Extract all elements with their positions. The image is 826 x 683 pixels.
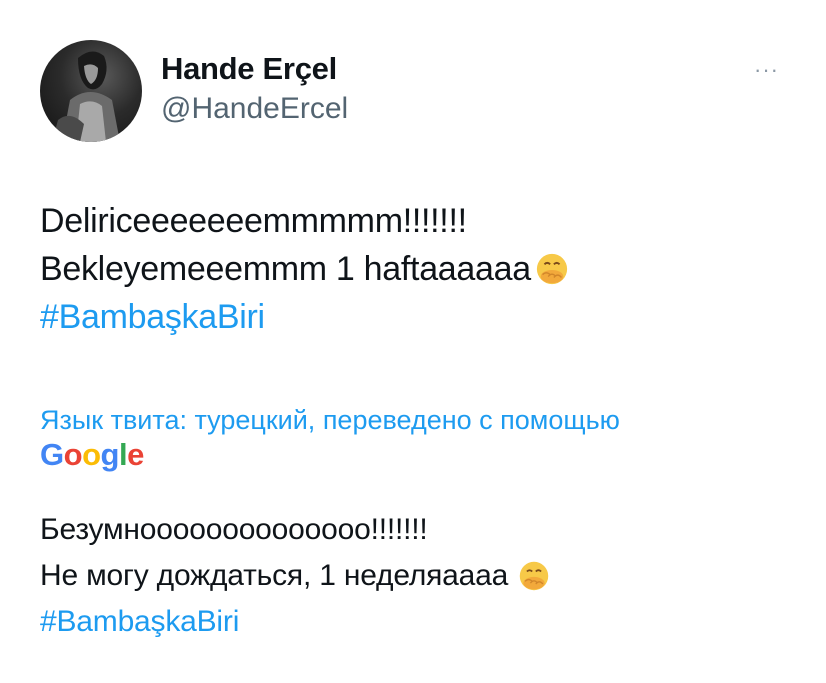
translation-note: Язык твита: турецкий, переведено с помощ… (40, 405, 620, 435)
translated-hashtag-link[interactable]: #BambaşkaBiri (40, 599, 239, 645)
tweet-line-2-text: Bekleyemeeemmm 1 haftaaaaaa (40, 250, 531, 288)
avatar[interactable] (40, 40, 142, 142)
author-names: Hande Erçel @HandeErcel (161, 49, 348, 127)
translated-hashtag-line: #BambaşkaBiri (40, 599, 550, 645)
avatar-photo (52, 51, 120, 142)
tweet-text: Deliriceeeeeeemmmmm!!!!!!! Bekleyemeeemm… (40, 197, 569, 341)
translated-line-1: Безумноооооооооооооо!!!!!!! (40, 507, 550, 553)
tweet-line-1: Deliriceeeeeeemmmmm!!!!!!! (40, 197, 569, 245)
tweet-line-1-text: Deliriceeeeeeemmmmm!!!!!!! (40, 202, 467, 240)
tweet-line-2: Bekleyemeeemmm 1 haftaaaaaa (40, 245, 569, 293)
translated-line-2: Не могу дождаться, 1 неделяаааа (40, 553, 550, 599)
tweet-card: Hande Erçel @HandeErcel ··· Deliriceeeee… (0, 0, 826, 683)
translated-line-2-text: Не могу дождаться, 1 неделяаааа (40, 559, 509, 592)
face-with-hand-over-mouth-icon (519, 561, 549, 591)
tweet-hashtag-line: #BambaşkaBiri (40, 293, 569, 341)
tweet-hashtag-link[interactable]: #BambaşkaBiri (40, 293, 265, 341)
more-horizontal-icon[interactable]: ··· (754, 59, 779, 81)
translated-line-1-text: Безумноооооооооооооо!!!!!!! (40, 513, 428, 546)
face-with-hand-over-mouth-icon (536, 253, 567, 285)
tweet-header: Hande Erçel @HandeErcel (40, 40, 348, 142)
author-handle[interactable]: @HandeErcel (161, 91, 348, 127)
google-logo: Google (40, 437, 144, 472)
translated-text: Безумноооооооооооооо!!!!!!! Не могу дожд… (40, 507, 550, 645)
author-display-name[interactable]: Hande Erçel (161, 49, 348, 89)
